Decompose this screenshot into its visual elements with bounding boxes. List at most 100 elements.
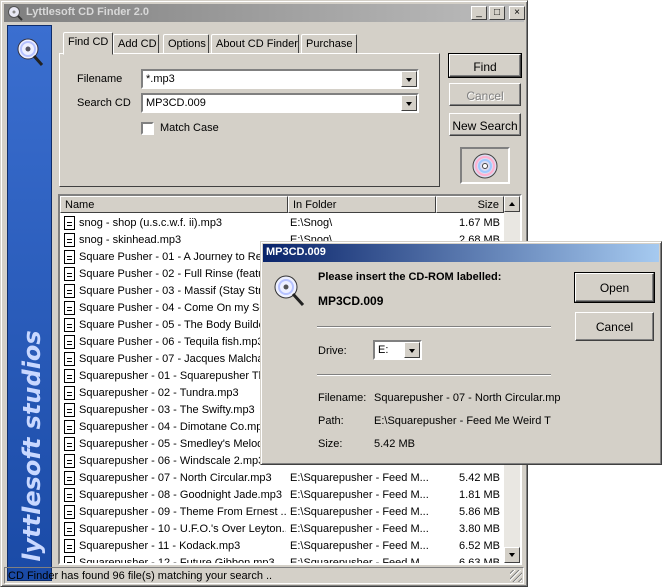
chevron-down-icon[interactable]	[401, 95, 417, 111]
tab-label: Add CD	[118, 38, 157, 50]
cell-name: Square Pusher - 02 - Full Rinse (featuri…	[79, 268, 286, 280]
column-header-name[interactable]: Name	[60, 196, 288, 213]
cell-name: snog - shop (u.s.c.w.f. ii).mp3	[79, 217, 223, 229]
dialog-size-label: Size:	[318, 438, 343, 450]
chevron-down-icon[interactable]	[401, 71, 417, 87]
cell-name: Squarepusher - 07 - North Circular.mp3	[79, 472, 272, 484]
scroll-down-button[interactable]	[504, 547, 520, 563]
open-button[interactable]: Open	[574, 272, 655, 303]
filename-value: *.mp3	[146, 73, 175, 85]
filename-combo[interactable]: *.mp3	[141, 69, 419, 89]
cell-name: snog - skinhead.mp3	[79, 234, 182, 246]
file-icon	[64, 539, 75, 553]
tab-options[interactable]: Options	[163, 34, 209, 54]
file-icon	[64, 471, 75, 485]
file-icon	[64, 267, 75, 281]
cell-folder: E:\Squarepusher - Feed M...	[290, 557, 429, 565]
table-row[interactable]: Squarepusher - 09 - Theme From Ernest ..…	[60, 504, 504, 521]
find-button[interactable]: Find	[448, 53, 522, 78]
minimize-button[interactable]: _	[471, 6, 487, 20]
cell-name: Square Pusher - 06 - Tequila fish.mp3	[79, 336, 264, 348]
file-icon	[64, 352, 75, 366]
resize-grip-icon[interactable]	[510, 570, 522, 582]
dialog-filename-value: Squarepusher - 07 - North Circular.mp	[374, 392, 561, 404]
cell-size: 1.67 MB	[459, 217, 500, 229]
table-row[interactable]: Squarepusher - 10 - U.F.O.'s Over Leyton…	[60, 521, 504, 538]
cell-name: Squarepusher - 10 - U.F.O.'s Over Leyton…	[79, 523, 286, 535]
scroll-up-button[interactable]	[504, 196, 520, 212]
cell-name: Squarepusher - 04 - Dimotane Co.mp3	[79, 421, 269, 433]
file-icon	[64, 505, 75, 519]
cell-name: Square Pusher - 07 - Jacques Malchance..…	[79, 353, 286, 365]
maximize-button[interactable]: □	[489, 6, 505, 20]
cell-folder: E:\Squarepusher - Feed M...	[290, 523, 429, 535]
file-icon	[64, 335, 75, 349]
search-cd-combo[interactable]: MP3CD.009	[141, 93, 419, 113]
tab-purchase[interactable]: Purchase	[301, 34, 357, 54]
title-bar[interactable]: Lyttlesoft CD Finder 2.0 _ □ ×	[4, 4, 525, 22]
cd-magnifier-icon	[8, 6, 23, 21]
chevron-down-icon[interactable]	[404, 342, 420, 358]
new-search-button[interactable]: New Search	[449, 113, 521, 136]
file-icon	[64, 556, 75, 563]
dialog-path-label: Path:	[318, 415, 344, 427]
brand-text-box: lyttlesoft studios	[10, 326, 50, 576]
dialog-cancel-button[interactable]: Cancel	[575, 312, 654, 341]
tab-label: Purchase	[306, 38, 353, 50]
table-row[interactable]: Squarepusher - 08 - Goodnight Jade.mp3 E:…	[60, 487, 504, 504]
drive-select[interactable]: E:	[373, 340, 422, 360]
cell-name: Squarepusher - 12 - Future Gibbon.mp3	[79, 557, 275, 565]
cd-search-icon	[17, 38, 44, 66]
cd-label-value: MP3CD.009	[318, 294, 384, 308]
tab-about[interactable]: About CD Finder	[211, 34, 299, 54]
table-row[interactable]: Squarepusher - 12 - Future Gibbon.mp3 E:\…	[60, 555, 504, 565]
match-case-label: Match Case	[160, 122, 219, 134]
column-header-size[interactable]: Size	[436, 196, 504, 213]
file-icon	[64, 522, 75, 536]
cd-picture-button[interactable]	[460, 147, 510, 184]
separator	[317, 374, 551, 376]
drive-label: Drive:	[318, 345, 347, 357]
cell-name: Squarepusher - 11 - Kodack.mp3	[79, 540, 241, 552]
dialog-path-value: E:\Squarepusher - Feed Me Weird T	[374, 415, 551, 427]
dialog-title: MP3CD.009	[266, 246, 326, 258]
cell-name: Square Pusher - 03 - Massif (Stay Strong…	[79, 285, 286, 297]
tab-label: About CD Finder	[216, 38, 298, 50]
cell-folder: E:\Squarepusher - Feed M...	[290, 472, 429, 484]
cell-name: Squarepusher - 05 - Smedley's Melody.mp3	[79, 438, 286, 450]
file-icon	[64, 369, 75, 383]
status-text: CD Finder has found 96 file(s) matching …	[8, 570, 273, 582]
find-cd-panel: Filename *.mp3 Search CD MP3CD.009 Match…	[59, 53, 440, 187]
tab-find-cd[interactable]: Find CD	[63, 32, 113, 55]
file-icon	[64, 250, 75, 264]
dialog-title-bar[interactable]: MP3CD.009	[263, 244, 659, 262]
status-bar: CD Finder has found 96 file(s) matching …	[4, 567, 524, 584]
table-row[interactable]: Squarepusher - 11 - Kodack.mp3 E:\Squarep…	[60, 538, 504, 555]
close-button[interactable]: ×	[509, 6, 525, 20]
cell-size: 5.86 MB	[459, 506, 500, 518]
dialog-filename-label: Filename:	[318, 392, 367, 404]
window-title: Lyttlesoft CD Finder 2.0	[26, 6, 150, 18]
cell-size: 3.80 MB	[459, 523, 500, 535]
cancel-button[interactable]: Cancel	[449, 83, 521, 106]
tab-label: Options	[168, 38, 206, 50]
table-row[interactable]: snog - shop (u.s.c.w.f. ii).mp3 E:\Snog\ 1…	[60, 215, 504, 232]
search-cd-label: Search CD	[77, 97, 131, 109]
file-icon	[64, 284, 75, 298]
cell-name: Square Pusher - 01 - A Journey to Reeuh.…	[79, 251, 286, 263]
tab-add-cd[interactable]: Add CD	[113, 34, 159, 54]
file-icon	[64, 301, 75, 315]
cell-name: Square Pusher - 05 - The Body Builder.mp…	[79, 319, 286, 331]
separator	[317, 326, 551, 328]
brand-sidebar: lyttlesoft studios	[7, 25, 52, 581]
column-header-folder[interactable]: In Folder	[288, 196, 436, 213]
table-row[interactable]: Squarepusher - 07 - North Circular.mp3 E:…	[60, 470, 504, 487]
dialog-size-value: 5.42 MB	[374, 438, 415, 450]
file-icon	[64, 386, 75, 400]
file-icon	[64, 454, 75, 468]
cell-name: Squarepusher - 02 - Tundra.mp3	[79, 387, 239, 399]
cell-size: 6.63 MB	[459, 557, 500, 565]
cell-folder: E:\Squarepusher - Feed M...	[290, 489, 429, 501]
brand-text: lyttlesoft studios	[18, 330, 46, 562]
match-case-checkbox[interactable]	[141, 122, 154, 135]
